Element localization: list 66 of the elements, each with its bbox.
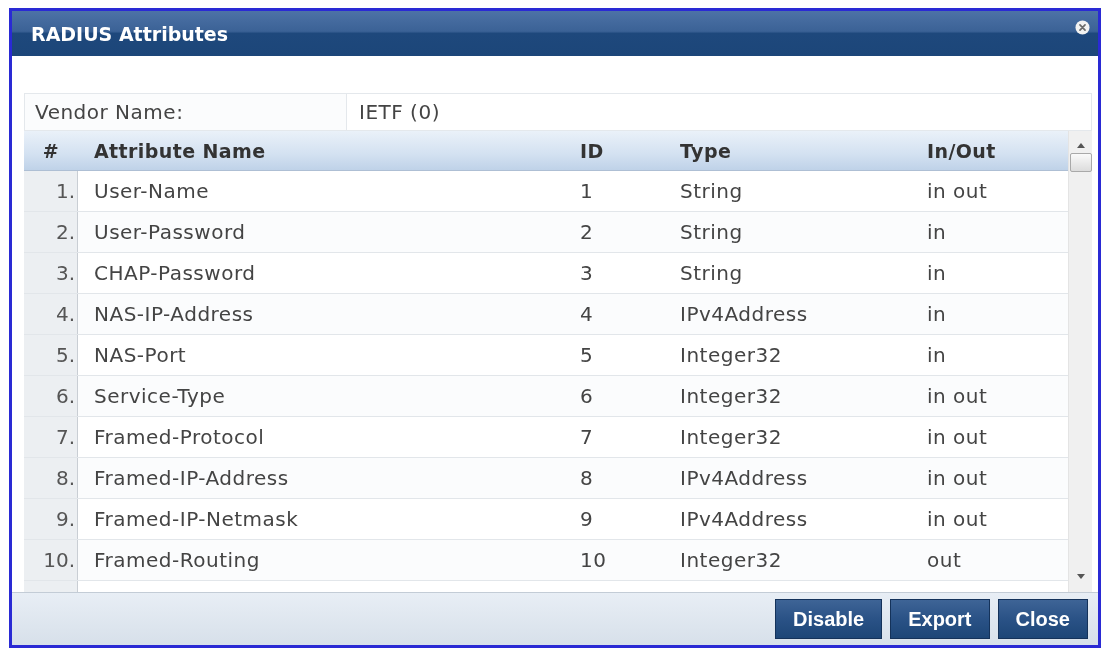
dialog-button[interactable]: Export [890, 599, 990, 639]
scroll-up-icon[interactable] [1076, 143, 1085, 148]
row-number: 3. [24, 253, 78, 293]
vendor-label: Vendor Name: [25, 94, 347, 130]
table-cell-text: Integer32 [679, 424, 783, 451]
scroll-thumb[interactable] [1069, 153, 1092, 172]
row-number: 2. [24, 212, 78, 252]
row-number: 5. [24, 335, 78, 375]
table-cell-text: 3 [579, 260, 595, 287]
table-cell-text: Framed-Routing [93, 547, 261, 574]
table-cell-text: 7 [579, 424, 595, 451]
column-header[interactable]: In/Out [912, 131, 1068, 170]
dialog-title: RADIUS Attributes [31, 22, 229, 45]
close-icon[interactable] [1075, 20, 1090, 35]
table-cell-text: 5 [579, 342, 595, 369]
table-cell-text: 10 [579, 547, 608, 574]
column-header[interactable]: ID [565, 131, 665, 170]
table-cell-text: NAS-Port [93, 342, 188, 369]
table-cell-text: in out [926, 506, 989, 533]
table-cell-text: Framed-IP-Address [93, 465, 290, 492]
table-cell-text: IPv4Address [679, 506, 809, 533]
table-cell-text: String [679, 260, 744, 287]
table-cell-text: 2 [579, 219, 595, 246]
table-cell-text: in [926, 219, 948, 246]
table-cell-text: Integer32 [679, 547, 783, 574]
table-cell-text: 1 [579, 178, 595, 205]
row-number: 1. [24, 171, 78, 211]
table-cell-text: in [926, 301, 948, 328]
table-cell-text: IPv4Address [679, 465, 809, 492]
table-cell-text: in out [926, 383, 989, 410]
table-cell-text: User-Name [93, 178, 211, 205]
row-number: 10. [24, 540, 78, 580]
row-number: 4. [24, 294, 78, 334]
table-cell-text: String [679, 219, 744, 246]
scroll-down-icon[interactable] [1076, 574, 1085, 579]
table-cell-text: in [926, 342, 948, 369]
table-cell-text: in [926, 260, 948, 287]
dialog-button[interactable]: Close [997, 599, 1088, 639]
table-cell-text: Integer32 [679, 383, 783, 410]
dialog-button[interactable]: Disable [775, 599, 883, 639]
table-cell-text: Integer32 [679, 342, 783, 369]
table-cell-text: 9 [579, 506, 595, 533]
row-number: 7. [24, 417, 78, 457]
row-number: 6. [24, 376, 78, 416]
scrollbar[interactable] [1068, 131, 1092, 592]
table-cell-text: in out [926, 424, 989, 451]
table-cell-text: Framed-IP-Netmask [93, 506, 300, 533]
table-cell-text: 4 [579, 301, 595, 328]
table-cell-text: NAS-IP-Address [93, 301, 255, 328]
table-cell-text: CHAP-Password [93, 260, 257, 287]
column-header[interactable]: # [24, 131, 78, 170]
table-cell-text: Service-Type [93, 383, 227, 410]
column-header[interactable]: Type [665, 131, 912, 170]
row-number: 9. [24, 499, 78, 539]
column-header[interactable]: Attribute Name [78, 131, 565, 170]
table-cell-text: in out [926, 178, 989, 205]
table-cell-text: Framed-Protocol [93, 424, 266, 451]
table-cell-text: String [679, 178, 744, 205]
table-cell-text: out [926, 547, 963, 574]
table-cell-text: 6 [579, 383, 595, 410]
table-cell-text: 8 [579, 465, 595, 492]
table-cell-text: in out [926, 465, 989, 492]
table-cell-text: User-Password [93, 219, 247, 246]
table-cell-text: IPv4Address [679, 301, 809, 328]
vendor-value: IETF (0) [358, 99, 441, 126]
row-number: 8. [24, 458, 78, 498]
